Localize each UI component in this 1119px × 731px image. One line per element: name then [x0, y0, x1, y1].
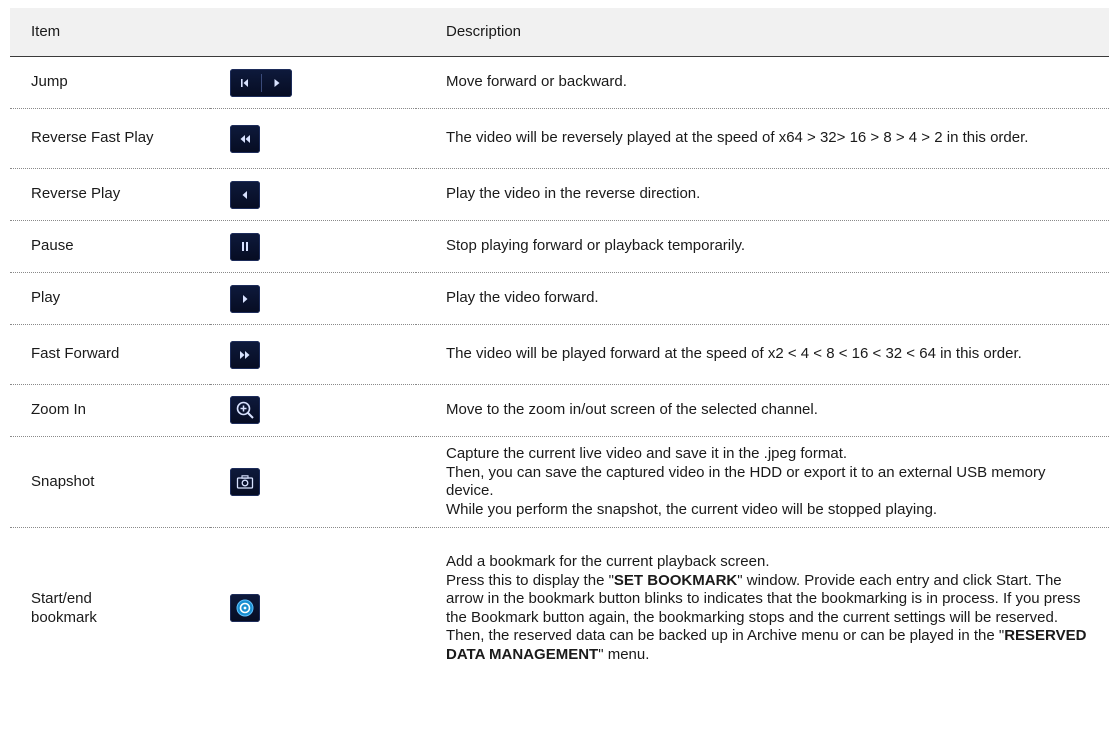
camera-icon[interactable] [230, 468, 260, 496]
table-row: Play Play the video forward. [10, 272, 1109, 325]
description-line: Then, the reserved data can be backed up… [446, 627, 1087, 663]
playback-controls-table: Item Description Jump Move forward or ba… [10, 8, 1109, 690]
table-row: Zoom In Move to the zoom in/out screen o… [10, 384, 1109, 437]
jump-back-forward-icon[interactable] [230, 68, 292, 97]
row-item-label: Pause [10, 220, 210, 273]
table-row: Pause Stop playing forward or playback t… [10, 220, 1109, 273]
row-description: Play the video in the reverse direction. [416, 168, 1109, 221]
row-item-label: Fast Forward [10, 324, 210, 385]
fast-forward-icon[interactable] [230, 340, 260, 369]
table-row: Start/end bookmark Add a bookmark for th… [10, 528, 1109, 690]
pause-icon[interactable] [230, 232, 260, 261]
row-description: Add a bookmark for the current playback … [416, 528, 1109, 690]
row-item-label: Reverse Play [10, 168, 210, 221]
set-bookmark-term: SET BOOKMARK [613, 571, 738, 589]
row-description: Play the video forward. [416, 272, 1109, 325]
table-row: Reverse Fast Play The video will be reve… [10, 108, 1109, 169]
row-item-label: Play [10, 272, 210, 325]
rewind-icon[interactable] [230, 124, 260, 153]
row-description: Move forward or backward. [416, 56, 1109, 109]
description-line: Press this to display the "SET BOOKMARK"… [446, 571, 1081, 626]
reverse-play-icon[interactable] [230, 180, 260, 209]
play-icon[interactable] [230, 284, 260, 313]
row-description: Capture the current live video and save … [416, 436, 1109, 528]
row-description: Move to the zoom in/out screen of the se… [416, 384, 1109, 437]
table-row: Fast Forward The video will be played fo… [10, 324, 1109, 385]
row-item-label: Zoom In [10, 384, 210, 437]
description-line: Add a bookmark for the current playback … [446, 553, 770, 571]
table-row: Jump Move forward or backward. [10, 56, 1109, 109]
row-description: The video will be played forward at the … [416, 324, 1109, 385]
table-header-row: Item Description [10, 8, 1109, 57]
row-item-label: Snapshot [10, 436, 210, 528]
bookmark-icon[interactable] [230, 594, 260, 622]
description-line: Then, you can save the captured video in… [446, 463, 1046, 500]
table-row: Reverse Play Play the video in the rever… [10, 168, 1109, 221]
row-description: Stop playing forward or playback tempora… [416, 220, 1109, 273]
table-row: Snapshot Capture the current live video … [10, 436, 1109, 528]
header-description: Description [416, 8, 1109, 57]
manual-page: Item Description Jump Move forward or ba… [0, 0, 1119, 731]
description-line: Capture the current live video and save … [446, 445, 848, 462]
description-line: While you perform the snapshot, the curr… [446, 500, 938, 518]
zoom-in-icon[interactable] [230, 395, 260, 424]
row-item-label: Jump [10, 56, 210, 109]
row-item-label: Start/end bookmark [31, 590, 97, 626]
row-description: The video will be reversely played at th… [416, 108, 1109, 169]
header-item: Item [10, 8, 416, 57]
row-item-label: Reverse Fast Play [10, 108, 210, 169]
